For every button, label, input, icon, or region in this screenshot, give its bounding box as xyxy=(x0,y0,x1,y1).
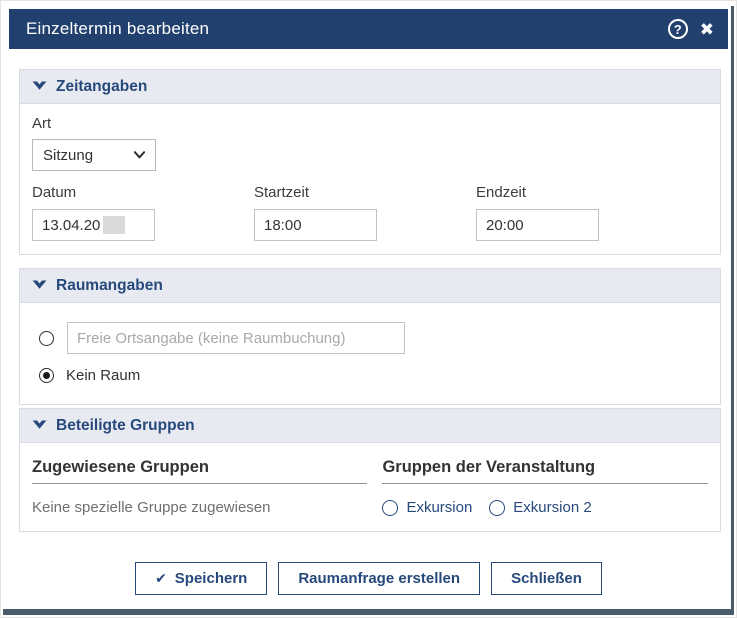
save-button[interactable]: ✔ Speichern xyxy=(135,562,267,595)
section-title: Beteiligte Gruppen xyxy=(56,417,195,435)
close-button[interactable]: Schließen xyxy=(491,562,602,595)
art-label: Art xyxy=(32,115,708,132)
datum-field-group: Datum 13.04.20 xyxy=(32,184,254,241)
section-title: Zeitangaben xyxy=(56,78,147,96)
redaction-box xyxy=(103,216,125,234)
art-select-value: Sitzung xyxy=(43,147,93,164)
free-place-input[interactable] xyxy=(67,322,405,354)
room-request-button[interactable]: Raumanfrage erstellen xyxy=(278,562,480,595)
assigned-groups-column: Zugewiesene Gruppen Keine spezielle Grup… xyxy=(32,458,367,516)
checkmark-icon: ✔ xyxy=(155,570,167,587)
dialog-title: Einzeltermin bearbeiten xyxy=(26,19,668,39)
group-radio-label: Exkursion 2 xyxy=(513,499,591,516)
endzeit-label: Endzeit xyxy=(476,184,698,201)
group-option-exkursion[interactable]: Exkursion xyxy=(382,499,472,516)
datum-input[interactable]: 13.04.20 xyxy=(32,209,155,241)
titlebar-icons: ? ✖ xyxy=(668,19,714,39)
save-button-label: Speichern xyxy=(175,570,248,587)
section-zeitangaben: Zeitangaben Art Sitzung Datum 13.04.20 xyxy=(19,69,721,255)
startzeit-field-group: Startzeit xyxy=(254,184,476,241)
group-radio[interactable] xyxy=(489,500,505,516)
close-icon[interactable]: ✖ xyxy=(700,21,714,38)
assigned-groups-empty-text: Keine spezielle Gruppe zugewiesen xyxy=(32,484,367,516)
section-raumangaben-body: Kein Raum xyxy=(20,303,720,404)
dialog-titlebar: Einzeltermin bearbeiten ? ✖ xyxy=(9,9,728,49)
chevron-down-icon xyxy=(32,81,47,93)
course-groups-header: Gruppen der Veranstaltung xyxy=(382,458,708,484)
section-title: Raumangaben xyxy=(56,277,163,295)
help-icon[interactable]: ? xyxy=(668,19,688,39)
chevron-down-icon xyxy=(134,151,145,159)
group-radio-label: Exkursion xyxy=(406,499,472,516)
endzeit-input[interactable] xyxy=(476,209,599,241)
section-raumangaben: Raumangaben Kein Raum xyxy=(19,268,721,405)
startzeit-input[interactable] xyxy=(254,209,377,241)
group-radio[interactable] xyxy=(382,500,398,516)
endzeit-field-group: Endzeit xyxy=(476,184,698,241)
datum-label: Datum xyxy=(32,184,254,201)
assigned-groups-header: Zugewiesene Gruppen xyxy=(32,458,367,484)
chevron-down-icon xyxy=(32,420,47,432)
close-button-label: Schließen xyxy=(511,570,582,587)
section-gruppen-header[interactable]: Beteiligte Gruppen xyxy=(20,409,720,443)
datum-value: 13.04.20 xyxy=(42,217,100,234)
section-gruppen-body: Zugewiesene Gruppen Keine spezielle Grup… xyxy=(20,443,720,531)
course-groups-column: Gruppen der Veranstaltung Exkursion Exku… xyxy=(382,458,708,516)
group-option-exkursion-2[interactable]: Exkursion 2 xyxy=(489,499,591,516)
dialog-window: Einzeltermin bearbeiten ? ✖ Zeitangaben … xyxy=(0,0,737,618)
chevron-down-icon xyxy=(32,280,47,292)
window-edge-right xyxy=(731,6,734,611)
room-request-label: Raumanfrage erstellen xyxy=(298,570,460,587)
dialog-footer: ✔ Speichern Raumanfrage erstellen Schlie… xyxy=(1,562,736,595)
section-zeitangaben-header[interactable]: Zeitangaben xyxy=(20,70,720,104)
kein-raum-label: Kein Raum xyxy=(66,367,140,384)
free-place-radio[interactable] xyxy=(39,331,54,346)
kein-raum-radio[interactable] xyxy=(39,368,54,383)
art-select[interactable]: Sitzung xyxy=(32,139,156,171)
section-raumangaben-header[interactable]: Raumangaben xyxy=(20,269,720,303)
startzeit-label: Startzeit xyxy=(254,184,476,201)
section-zeitangaben-body: Art Sitzung Datum 13.04.20 St xyxy=(20,104,720,254)
section-beteiligte-gruppen: Beteiligte Gruppen Zugewiesene Gruppen K… xyxy=(19,408,721,532)
window-edge-bottom xyxy=(3,609,734,615)
